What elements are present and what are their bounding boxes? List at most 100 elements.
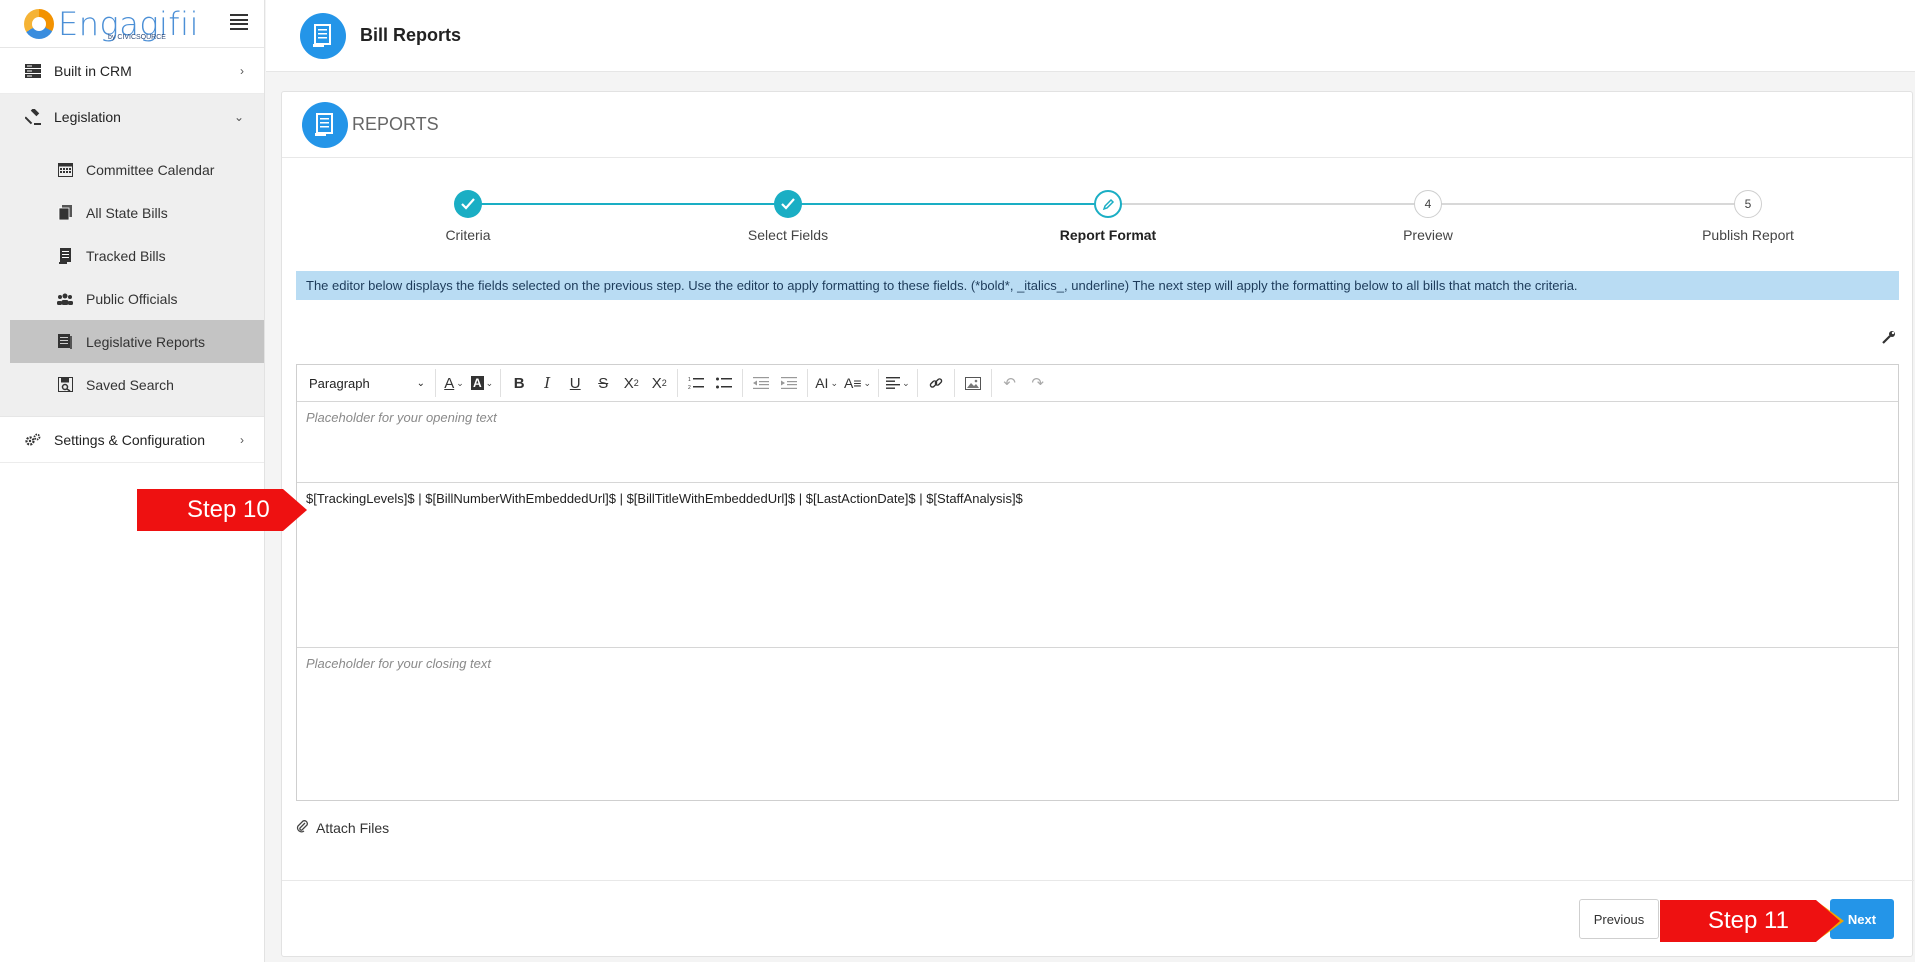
svg-text:2: 2 — [688, 385, 691, 390]
gavel-icon — [24, 108, 42, 126]
step-label: Criteria — [445, 227, 491, 243]
server-icon — [24, 62, 42, 80]
step-label: Report Format — [1059, 227, 1157, 243]
chevron-right-icon: › — [240, 432, 244, 447]
sidebar-item-tracked-bills[interactable]: Tracked Bills — [0, 234, 264, 277]
image-icon[interactable] — [959, 369, 987, 397]
previous-button[interactable]: Previous — [1579, 899, 1659, 939]
gears-icon — [24, 431, 42, 449]
subscript-icon[interactable]: X2 — [617, 369, 645, 397]
logo-subtext: by CIVICSOURCE — [108, 34, 166, 41]
italic-icon[interactable]: I — [533, 369, 561, 397]
background-color-icon[interactable]: A ⌄ — [468, 369, 496, 397]
text-case-icon[interactable]: AI ⌄ — [812, 369, 841, 397]
sub-item-label: Saved Search — [86, 376, 174, 393]
rich-text-editor: Paragraph ⌄ A ⌄ A ⌄ B I U S X2 X2 12 AI … — [296, 364, 1899, 801]
sub-item-label: Tracked Bills — [86, 247, 166, 264]
bill-icon — [56, 247, 74, 265]
bill-report-icon — [300, 12, 346, 59]
calendar-icon — [56, 161, 74, 179]
editor-toolbar: Paragraph ⌄ A ⌄ A ⌄ B I U S X2 X2 12 AI … — [297, 365, 1898, 402]
logo-bar: Engagifii by CIVICSOURCE — [0, 0, 264, 48]
step-11-callout: Step 11 — [1660, 900, 1844, 942]
numbered-list-icon[interactable]: 12 — [682, 369, 710, 397]
card-title: REPORTS — [352, 114, 439, 134]
sidebar-item-settings[interactable]: Settings & Configuration › — [0, 417, 264, 463]
step-report-format[interactable]: Report Format — [1008, 190, 1208, 243]
link-icon[interactable] — [922, 369, 950, 397]
outdent-icon[interactable] — [747, 369, 775, 397]
menu-toggle-icon[interactable] — [230, 14, 248, 30]
font-color-icon[interactable]: A ⌄ — [440, 369, 468, 397]
step-number: 4 — [1414, 190, 1442, 218]
bold-icon[interactable]: B — [505, 369, 533, 397]
chevron-right-icon: › — [240, 63, 244, 78]
paragraph-format-value: Paragraph — [309, 375, 370, 391]
check-icon — [774, 190, 802, 218]
pencil-icon — [1094, 190, 1122, 218]
reports-icon — [302, 101, 348, 148]
svg-text:1: 1 — [688, 377, 691, 383]
strikethrough-icon[interactable]: S — [589, 369, 617, 397]
documents-icon — [56, 204, 74, 222]
toolbar-divider — [807, 369, 809, 397]
body-template-text: $[TrackingLevels]$ | $[BillNumberWithEmb… — [306, 491, 1023, 506]
sidebar-item-label: Legislation — [54, 109, 121, 125]
attach-files-link[interactable]: Attach Files — [296, 819, 389, 836]
indent-icon[interactable] — [775, 369, 803, 397]
page-title: Bill Reports — [360, 25, 462, 45]
page-header: Bill Reports — [266, 0, 1915, 72]
check-icon — [454, 190, 482, 218]
step-label: Publish Report — [1702, 227, 1794, 243]
paperclip-icon — [296, 819, 308, 836]
sidebar-item-legislative-reports[interactable]: Legislative Reports — [10, 320, 264, 363]
sidebar: Engagifii by CIVICSOURCE Built in CRM › … — [0, 0, 265, 962]
superscript-icon[interactable]: X2 — [645, 369, 673, 397]
attach-files-label: Attach Files — [316, 819, 390, 836]
paragraph-format-select[interactable]: Paragraph ⌄ — [303, 369, 431, 397]
people-icon — [56, 290, 74, 308]
wizard-stepper: Criteria Select Fields Report Format 4 P… — [282, 190, 1914, 250]
sub-item-label: Public Officials — [86, 290, 178, 307]
sidebar-item-public-officials[interactable]: Public Officials — [0, 277, 264, 320]
sidebar-item-all-state-bills[interactable]: All State Bills — [0, 191, 264, 234]
undo-icon[interactable]: ↶ — [996, 369, 1024, 397]
opening-placeholder: Placeholder for your opening text — [306, 410, 497, 425]
body-template-region[interactable]: $[TrackingLevels]$ | $[BillNumberWithEmb… — [297, 483, 1898, 648]
saved-search-icon — [56, 376, 74, 394]
toolbar-divider — [500, 369, 502, 397]
chevron-down-icon: ⌄ — [416, 377, 425, 389]
step-publish-report[interactable]: 5 Publish Report — [1648, 190, 1848, 243]
sidebar-item-committee-calendar[interactable]: Committee Calendar — [0, 148, 264, 191]
step-preview[interactable]: 4 Preview — [1328, 190, 1528, 243]
bullet-list-icon[interactable] — [710, 369, 738, 397]
sub-item-label: Committee Calendar — [86, 161, 215, 178]
underline-icon[interactable]: U — [561, 369, 589, 397]
sub-item-label: All State Bills — [86, 204, 168, 221]
sidebar-item-label: Built in CRM — [54, 62, 132, 79]
toolbar-divider — [990, 369, 992, 397]
redo-icon[interactable]: ↷ — [1024, 369, 1052, 397]
report-icon — [56, 333, 74, 351]
step-label: Select Fields — [747, 227, 829, 243]
chevron-down-icon: ⌄ — [233, 110, 244, 124]
sidebar-item-label: Settings & Configuration — [54, 431, 205, 448]
sidebar-item-built-in-crm[interactable]: Built in CRM › — [0, 48, 264, 94]
opening-text-region[interactable]: Placeholder for your opening text — [297, 402, 1898, 483]
font-size-icon[interactable]: A≡ ⌄ — [841, 369, 874, 397]
closing-text-region[interactable]: Placeholder for your closing text — [297, 648, 1898, 800]
wrench-icon[interactable] — [1882, 330, 1896, 349]
toolbar-divider — [677, 369, 679, 397]
step-select-fields[interactable]: Select Fields — [688, 190, 888, 243]
toolbar-divider — [742, 369, 744, 397]
card-header: REPORTS — [282, 92, 1912, 158]
legislation-submenu: Committee Calendar All State Bills Track… — [0, 140, 264, 417]
closing-placeholder: Placeholder for your closing text — [306, 656, 491, 671]
card-footer-divider — [282, 880, 1914, 881]
align-left-icon[interactable]: ⌄ — [883, 369, 913, 397]
sidebar-item-saved-search[interactable]: Saved Search — [0, 363, 264, 406]
toolbar-divider — [878, 369, 880, 397]
info-banner: The editor below displays the fields sel… — [296, 271, 1899, 300]
sidebar-item-legislation[interactable]: Legislation ⌄ — [0, 94, 264, 140]
step-criteria[interactable]: Criteria — [368, 190, 568, 243]
